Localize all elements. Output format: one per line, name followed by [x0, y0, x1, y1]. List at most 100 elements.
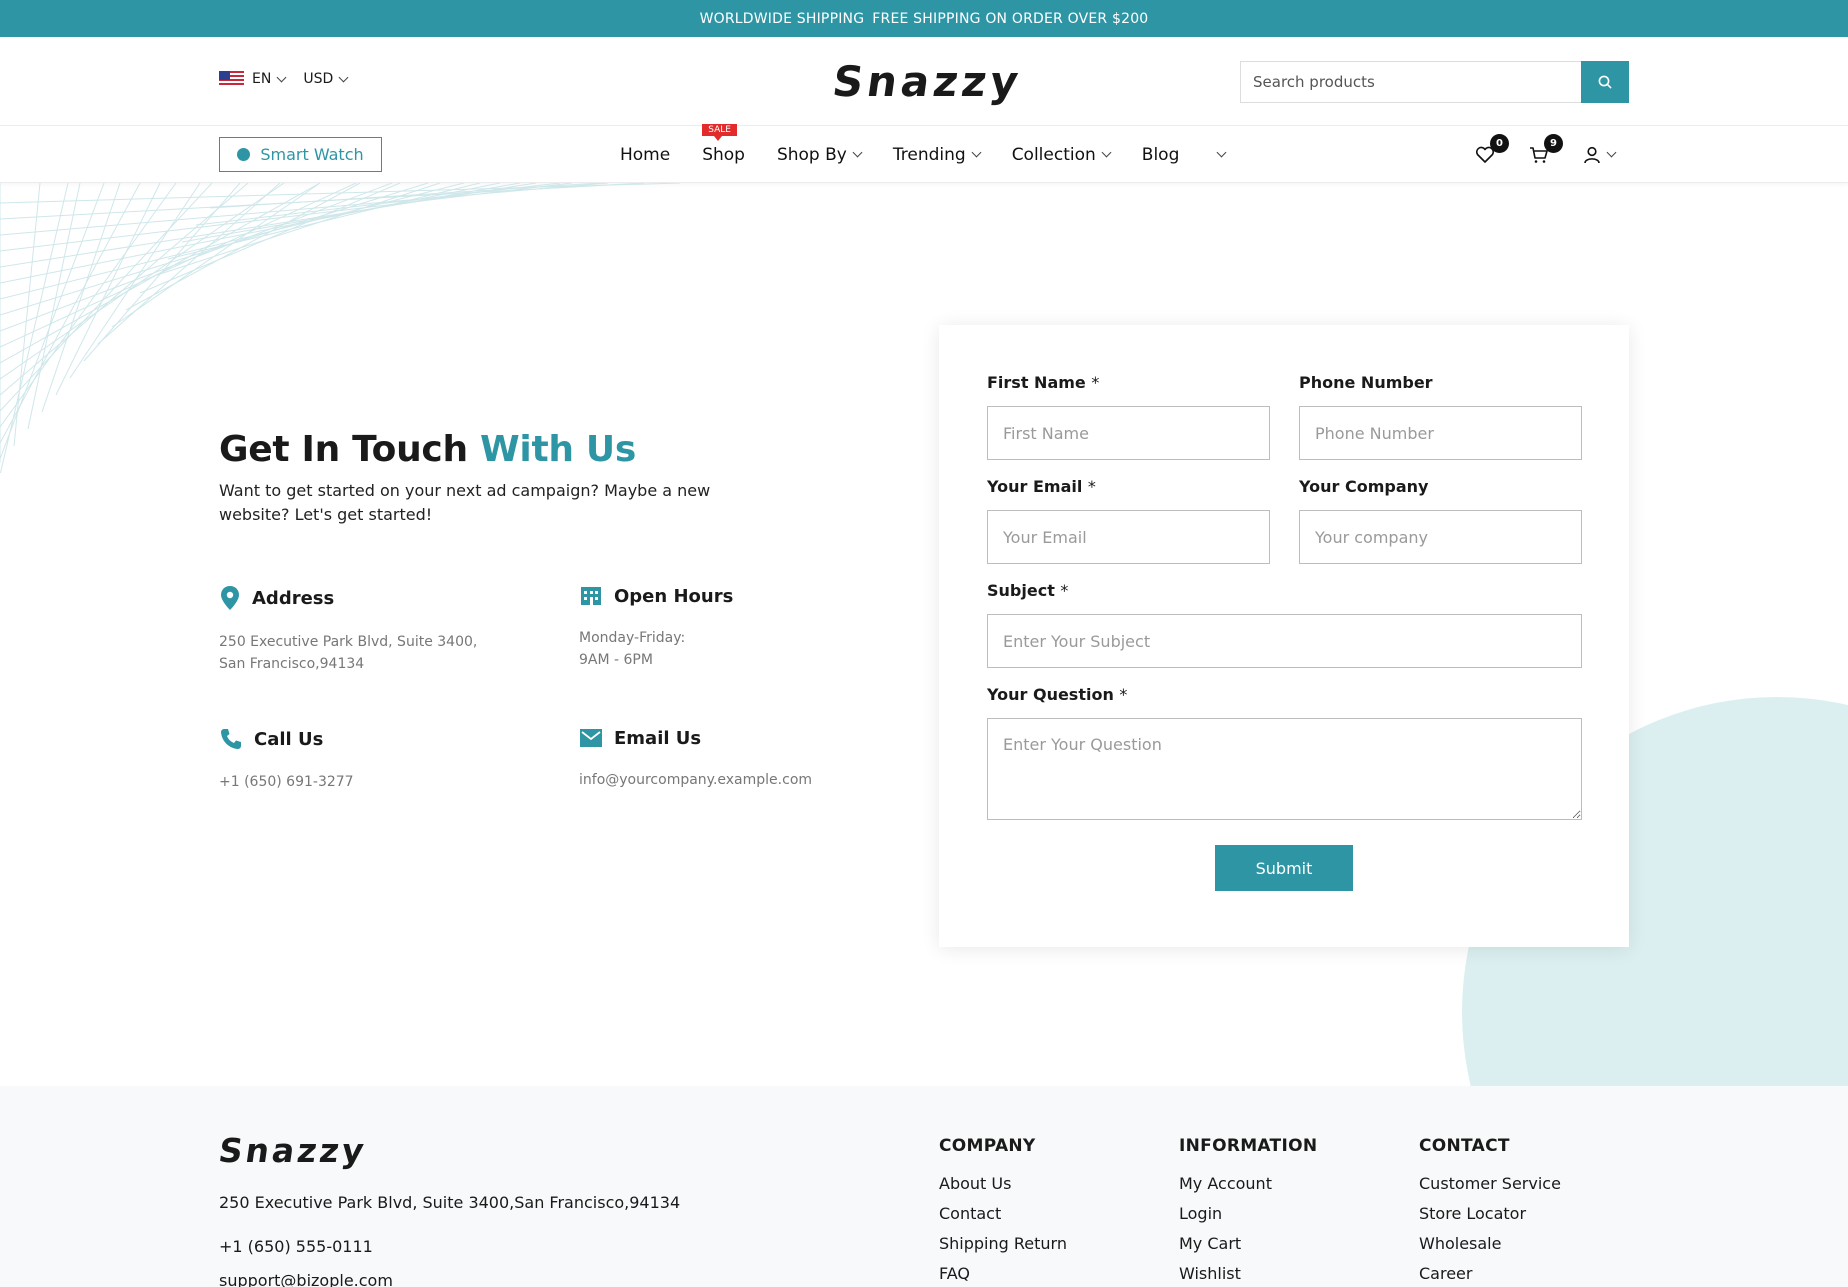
nav-menu: Home SALE Shop Shop By Trending Collecti… — [620, 123, 1257, 183]
nav-item-home[interactable]: Home — [620, 145, 670, 165]
search-button[interactable] — [1581, 61, 1629, 103]
phone-group: Phone Number — [1299, 373, 1582, 460]
footer-link[interactable]: Login — [1179, 1204, 1317, 1234]
company-input[interactable] — [1299, 510, 1582, 564]
hours-days: Monday-Friday: — [579, 630, 686, 646]
phone-icon — [221, 729, 241, 749]
footer-column-heading: INFORMATION — [1179, 1136, 1318, 1156]
email-block: Email Us info@yourcompany.example.com — [579, 727, 812, 791]
currency-label: USD — [303, 71, 334, 87]
hours-time: 9AM - 6PM — [579, 652, 653, 668]
footer-email[interactable]: support@bizople.com — [219, 1271, 393, 1287]
contact-section: Get In Touch With Us Want to get started… — [0, 183, 1848, 1086]
nav-item-collection[interactable]: Collection — [1011, 144, 1112, 165]
first-name-label: First Name * — [987, 373, 1100, 392]
footer-link[interactable]: Shipping Return — [939, 1234, 1067, 1264]
sale-badge: SALE — [702, 123, 737, 141]
footer-logo[interactable]: Snazzy — [216, 1131, 369, 1170]
announcement-bar: WORLDWIDE SHIPPING FREE SHIPPING ON ORDE… — [0, 0, 1848, 37]
chevron-down-icon — [338, 72, 349, 82]
main-nav: Smart Watch Home SALE Shop Shop By Trend… — [0, 123, 1848, 183]
title-main: Get In Touch — [219, 429, 468, 470]
call-number[interactable]: +1 (650) 691-3277 — [219, 771, 354, 793]
footer-address: 250 Executive Park Blvd, Suite 3400,San … — [219, 1193, 681, 1212]
address-title: Address — [252, 587, 335, 609]
footer-link[interactable]: Store Locator — [1419, 1204, 1561, 1234]
nav-label: Collection — [1011, 144, 1096, 165]
title-accent: With Us — [480, 429, 636, 470]
locale-selectors: EN USD — [219, 71, 365, 87]
search-input[interactable] — [1240, 61, 1581, 103]
nav-item-shop[interactable]: SALE Shop — [702, 123, 745, 165]
footer-column-heading: COMPANY — [939, 1136, 1036, 1156]
wishlist-count-badge: 0 — [1490, 133, 1509, 153]
footer-link[interactable]: Customer Service — [1419, 1174, 1561, 1204]
chevron-down-icon — [852, 147, 863, 158]
nav-item-blog[interactable]: Blog — [1142, 145, 1180, 165]
us-flag-icon — [219, 71, 244, 87]
chevron-down-icon — [276, 72, 287, 82]
address-block: Address 250 Executive Park Blvd, Suite 3… — [219, 585, 477, 675]
subject-group: Subject * — [987, 581, 1582, 668]
footer-link[interactable]: Career — [1419, 1264, 1561, 1287]
chevron-down-icon — [971, 147, 982, 158]
phone-label: Phone Number — [1299, 373, 1433, 392]
question-label: Your Question * — [987, 685, 1128, 704]
site-header: EN USD Snazzy — [0, 37, 1848, 126]
company-group: Your Company — [1299, 477, 1582, 564]
company-label: Your Company — [1299, 477, 1429, 496]
promo-label: Smart Watch — [260, 145, 364, 164]
address-line-2: San Francisco,94134 — [219, 656, 365, 672]
footer-link[interactable]: My Cart — [1179, 1234, 1317, 1264]
footer-link[interactable]: Wholesale — [1419, 1234, 1561, 1264]
footer-phone[interactable]: +1 (650) 555-0111 — [219, 1237, 373, 1256]
footer-link[interactable]: About Us — [939, 1174, 1067, 1204]
page-subtitle: Want to get started on your next ad camp… — [219, 481, 711, 524]
first-name-group: First Name * — [987, 373, 1270, 460]
open-hours-block: Open Hours Monday-Friday: 9AM - 6PM — [579, 585, 733, 671]
chevron-down-icon — [1606, 147, 1617, 158]
email-input[interactable] — [987, 510, 1270, 564]
footer-link[interactable]: My Account — [1179, 1174, 1317, 1204]
contact-form: First Name * Phone Number Your Email * Y… — [939, 325, 1629, 947]
footer-link[interactable]: Contact — [939, 1204, 1067, 1234]
first-name-input[interactable] — [987, 406, 1270, 460]
subject-label: Subject * — [987, 581, 1069, 600]
email-group: Your Email * — [987, 477, 1270, 564]
user-icon — [1584, 146, 1600, 163]
currency-selector[interactable]: USD — [303, 71, 349, 87]
footer-column-company: COMPANY About Us Contact Shipping Return… — [939, 1136, 1067, 1287]
smart-watch-button[interactable]: Smart Watch — [219, 137, 382, 172]
location-pin-icon — [221, 586, 239, 610]
search-bar — [1240, 61, 1629, 103]
language-selector[interactable]: EN — [219, 71, 287, 87]
cart-button[interactable]: 9 — [1529, 133, 1563, 164]
nav-more-dropdown[interactable] — [1211, 147, 1227, 158]
address-line-1: 250 Executive Park Blvd, Suite 3400, — [219, 634, 478, 650]
phone-input[interactable] — [1299, 406, 1582, 460]
wishlist-button[interactable]: 0 — [1475, 133, 1509, 164]
email-title: Email Us — [614, 727, 702, 749]
subject-input[interactable] — [987, 614, 1582, 668]
chevron-down-icon — [1216, 147, 1227, 158]
submit-button[interactable]: Submit — [1215, 845, 1353, 891]
footer-link[interactable]: FAQ — [939, 1264, 1067, 1287]
announcement-free-shipping: FREE SHIPPING ON ORDER OVER $200 — [872, 10, 1149, 27]
language-label: EN — [252, 71, 272, 87]
email-address[interactable]: info@yourcompany.example.com — [579, 769, 812, 791]
email-label: Your Email * — [987, 477, 1096, 496]
question-textarea[interactable] — [987, 718, 1582, 820]
call-title: Call Us — [254, 728, 324, 750]
site-logo[interactable]: Snazzy — [830, 57, 1026, 106]
nav-item-shop-by[interactable]: Shop By — [777, 145, 863, 165]
nav-label: Blog — [1141, 144, 1180, 165]
search-icon — [1598, 75, 1612, 89]
site-footer: Snazzy 250 Executive Park Blvd, Suite 34… — [0, 1086, 1848, 1287]
footer-column-heading: CONTACT — [1419, 1136, 1510, 1156]
cart-count-badge: 9 — [1544, 133, 1563, 153]
footer-link[interactable]: Wishlist — [1179, 1264, 1317, 1287]
building-icon — [581, 587, 601, 605]
footer-column-information: INFORMATION My Account Login My Cart Wis… — [1179, 1136, 1317, 1287]
nav-item-trending[interactable]: Trending — [893, 145, 982, 165]
account-menu[interactable] — [1583, 146, 1617, 164]
